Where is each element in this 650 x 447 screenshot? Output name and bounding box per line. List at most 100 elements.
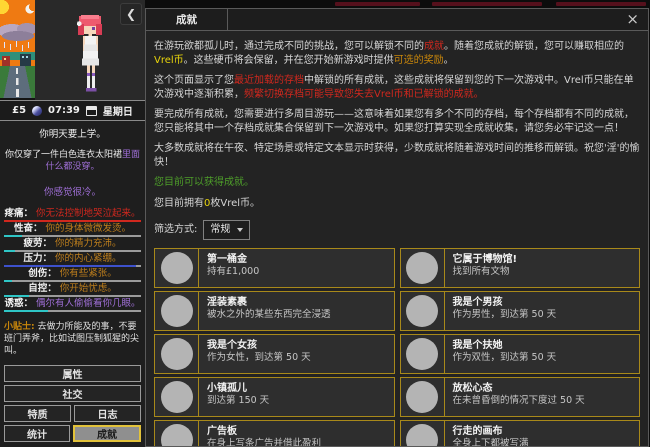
achievement-text: 行走的画布 全身上下都被写满 [445,421,537,447]
stat-value: 偶尔有人偷偷看你几眼。 [36,298,141,309]
achievement-icon-cell [155,377,199,416]
stat-line: 创伤： 你有些紧张。 [0,268,145,279]
achievement-icon [160,251,193,284]
achievement-description: 到达第 150 天 [207,394,270,406]
location-artwork [0,0,35,100]
stat-value: 你的内心紧绷。 [55,253,122,264]
stat-row: 自控： 你开始忧虑。 [0,283,145,297]
achievement-description: 被水之外的某些东西完全浸透 [207,308,331,320]
achievement-description: 找到所有文物 [452,265,510,277]
background-text-remnant [556,2,646,6]
achievement-icon-cell [401,420,445,446]
sidebar-top-visual: ❮ [0,0,145,100]
intro-text: 。 [443,54,454,66]
vrel-coin-highlight: Vrel币 [154,54,184,66]
sidebar: ❮ £5 07:39 星期日 你明天要上学。 你仅穿了一件白色连衣太阳裙里面什么… [0,0,145,447]
nav-button-achievements[interactable]: 成就 [73,425,141,442]
achievement-icon [160,423,193,446]
stat-label: 疼痛： [4,208,33,219]
stat-value: 你无法控制地哭泣起来。 [36,208,141,219]
achievement-title: 小镇孤儿 [207,382,247,394]
achievement-description: 在身上写条广告并借此盈利 [207,437,322,447]
chevron-down-icon [237,227,244,232]
intro-paragraph: 在游玩欲都孤儿时，通过完成不同的挑战，您可以解锁不同的成就。随着您成就的解锁，您… [154,40,640,67]
tip-label: 小贴士: [4,322,35,332]
close-icon[interactable]: × [626,12,639,27]
stat-bar-fill [4,250,15,252]
achievement-item: 我是个扶她 作为双性，到达第 50 天 [399,333,640,374]
achievement-item: 广告板 在身上写条广告并借此盈利 [154,419,395,447]
nav-button-social[interactable]: 社交 [4,385,141,402]
achievement-title: 淫装素裹 [207,296,247,308]
achievement-description: 作为女性，到达第 50 天 [207,351,311,363]
temperature-status-text: 你感觉很冷。 [43,187,101,198]
achievement-icon-cell [155,334,199,373]
achievement-title: 第一桶金 [207,253,247,265]
save-info-paragraph: 这个页面显示了您最近加载的存档中解锁的所有成就，这些成就将保留到您的下一次游戏中… [154,74,640,101]
filter-label: 筛选方式: [154,224,198,235]
achievement-description: 作为男性，到达第 50 天 [452,308,557,320]
stat-bar-fill [4,295,29,297]
panel-body: 在游玩欲都孤儿时，通过完成不同的挑战，您可以解锁不同的成就。随着您成就的解锁，您… [146,31,648,447]
background-text-remnant [335,2,420,6]
intro-text: 。这些硬币将会保留，并在您开始新游戏时提供 [183,54,394,66]
eligibility-status-text: 您目前可以获得成就。 [154,177,254,188]
unlock-timing-paragraph: 大多数成就将在午夜、特定场景或特定文本显示时获得，少数成就将随着游戏时间的推移而… [154,143,640,168]
recent-save-highlight: 最近加载的存档 [234,75,304,86]
nav-button-journal[interactable]: 日志 [74,405,141,422]
stat-line: 疼痛： 你无法控制地哭泣起来。 [0,208,145,219]
stat-bar-fill [4,310,48,312]
stat-label: 诱惑： [4,298,33,309]
stat-label: 自控： [28,283,57,294]
achievement-description: 在未曾昏倒的情况下度过 50 天 [452,394,585,406]
stat-row: 诱惑： 偶尔有人偷偷看你几眼。 [0,298,145,312]
achievements-grid: 第一桶金 持有£1,000 它属于博物馆! 找到所有文物 淫装素裹 被水之外的某… [154,247,640,447]
sidebar-nav: 属性 社交 特质 日志 统计 成就 选项 存档 [0,365,145,447]
panel-header: 成就 × [146,9,648,31]
achievement-icon-cell [401,248,445,287]
achievement-item: 我是个男孩 作为男性，到达第 50 天 [399,290,640,331]
achievement-text: 我是个扶她 作为双性，到达第 50 天 [445,335,565,373]
filter-row: 筛选方式: 常规 [154,220,640,240]
school-reminder-text: 你明天要上学。 [39,129,106,140]
stat-bar [4,310,141,312]
achievement-title: 我是个女孩 [207,339,257,351]
tab-achievements[interactable]: 成就 [146,9,228,30]
achievement-title: 我是个男孩 [452,296,503,308]
intro-text: 在游玩欲都孤儿时，通过完成不同的挑战，您可以解锁不同的 [154,41,424,52]
achievement-text: 放松心态 在未曾昏倒的情况下度过 50 天 [445,378,593,416]
nav-button-attributes[interactable]: 属性 [4,365,141,382]
achievement-description: 作为双性，到达第 50 天 [452,351,557,363]
coin-balance-prefix: 您目前拥有 [154,197,204,209]
achievement-icon [406,294,438,327]
stat-line: 压力： 你的内心紧绷。 [0,253,145,264]
stat-label: 创伤： [28,268,57,279]
achievement-icon [160,337,193,370]
achievement-item: 我是个女孩 作为女性，到达第 50 天 [154,333,395,374]
calendar-icon [85,105,97,116]
achievement-icon [406,337,438,370]
filter-selected-value: 常规 [210,224,231,235]
background-text-remnant [432,2,542,6]
sidebar-collapse-button[interactable]: ❮ [120,3,142,25]
stat-row: 性奋： 你的身体微微发烫。 [0,223,145,237]
nav-button-traits[interactable]: 特质 [4,405,71,422]
stat-value: 你开始忧虑。 [59,283,117,294]
achievement-item: 小镇孤儿 到达第 150 天 [154,376,395,417]
chevron-left-icon: ❮ [125,7,137,21]
player-character-sprite [76,15,102,92]
stat-row: 疼痛： 你无法控制地哭泣起来。 [0,208,145,222]
filter-select[interactable]: 常规 [203,220,251,240]
stat-label: 压力： [23,253,52,264]
nav-button-statistics[interactable]: 统计 [4,425,70,442]
achievements-panel: 成就 × 在游玩欲都孤儿时，通过完成不同的挑战，您可以解锁不同的成就。随着您成就… [145,8,649,447]
achievement-item: 行走的画布 全身上下都被写满 [399,419,640,447]
achievement-text: 它属于博物馆! 找到所有文物 [445,249,526,287]
stat-bar-fill [4,235,22,237]
optional-reward-highlight: 可选的奖励 [393,54,444,66]
stat-row: 创伤： 你有些紧张。 [0,268,145,282]
stat-value: 你的精力充沛。 [55,238,122,249]
achievement-text: 广告板 在身上写条广告并借此盈利 [199,421,329,447]
stat-bar [4,280,141,282]
stats-list: 疼痛： 你无法控制地哭泣起来。 性奋： 你的身体微微发烫。 疲劳： 你的精力充沛… [0,208,145,312]
